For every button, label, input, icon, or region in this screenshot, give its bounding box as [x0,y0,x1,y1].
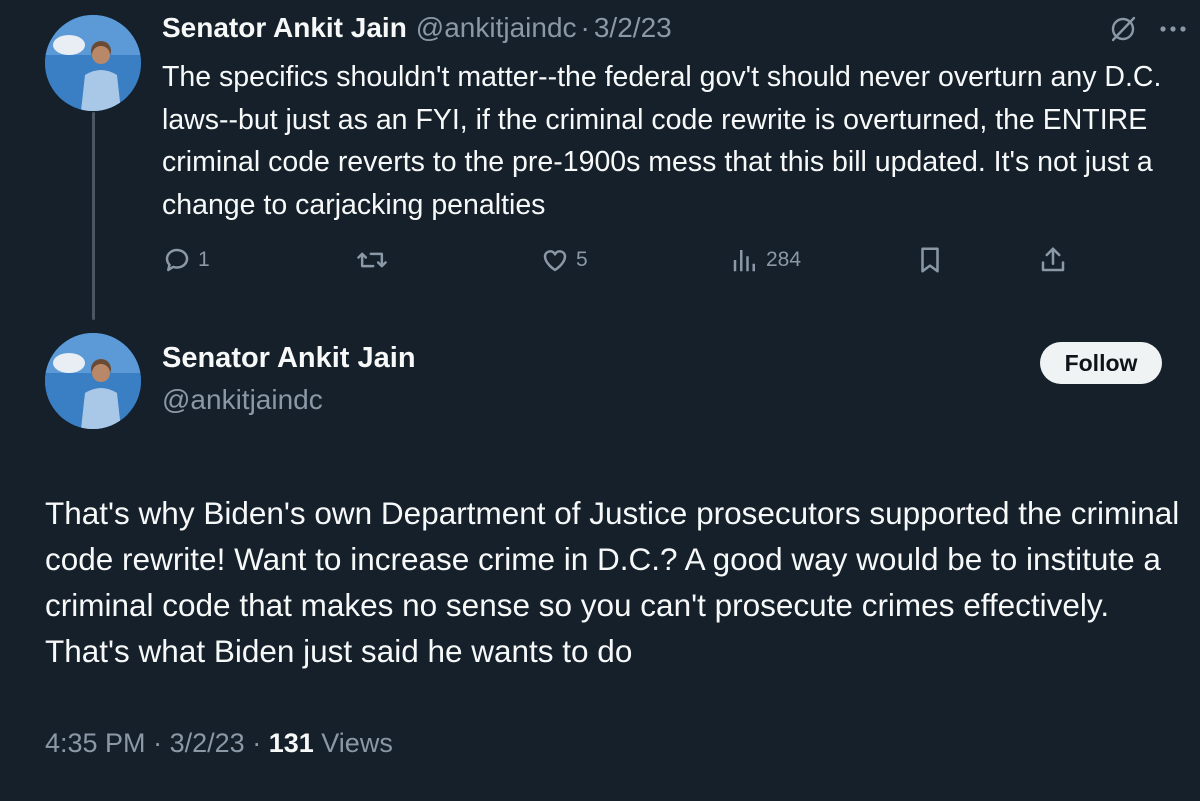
tweet2-handle[interactable]: @ankitjaindc [162,384,323,416]
avatar[interactable] [45,333,141,429]
follow-button[interactable]: Follow [1040,342,1162,384]
bookmark-icon [921,247,939,273]
tweet1-header: Senator Ankit Jain @ankitjaindc · 3/2/23 [162,8,672,48]
tweet2-time[interactable]: 4:35 PM [45,728,146,758]
tweet2-views-count[interactable]: 131 [269,728,314,758]
views-count: 284 [766,248,802,271]
avatar-photo [45,333,141,429]
grok-icon[interactable] [1108,14,1138,44]
meta-separator: · [252,728,262,758]
share-icon [1041,247,1065,272]
tweet1-handle[interactable]: @ankitjaindc [416,12,577,44]
retweet-button[interactable] [356,240,394,280]
more-icon[interactable] [1160,25,1186,33]
retweet-icon [357,252,387,268]
like-icon [543,250,567,272]
tweet1-text: The specifics shouldn't matter--the fede… [162,61,1162,221]
views-icon [733,250,755,272]
reply-icon [165,248,189,272]
tweet2-display-name[interactable]: Senator Ankit Jain [162,342,416,375]
tweet2-views-label: Views [321,728,393,758]
reply-button[interactable]: 1 [162,240,210,280]
thread-line [92,112,95,320]
tweet1-top-icons [1108,14,1186,44]
share-button[interactable] [1038,240,1068,280]
like-button[interactable]: 5 [540,240,588,280]
like-count: 5 [576,248,588,271]
tweet1-display-name[interactable]: Senator Ankit Jain [162,12,407,44]
tweet1-date[interactable]: 3/2/23 [594,12,672,44]
tweet1-action-bar: 1 5 284 [162,240,1065,280]
tweet2-date[interactable]: 3/2/23 [170,728,245,758]
views-button[interactable]: 284 [730,240,801,280]
bookmark-button[interactable] [916,240,944,280]
avatar-photo [45,15,141,111]
tweet2-text: That's why Biden's own Department of Jus… [45,495,1180,669]
tweet2-meta: 4:35 PM · 3/2/23 · 131 Views [45,728,393,759]
meta-separator: · [153,728,163,758]
reply-count: 1 [198,248,210,271]
tweet1-separator: · [580,12,590,43]
avatar[interactable] [45,15,141,111]
